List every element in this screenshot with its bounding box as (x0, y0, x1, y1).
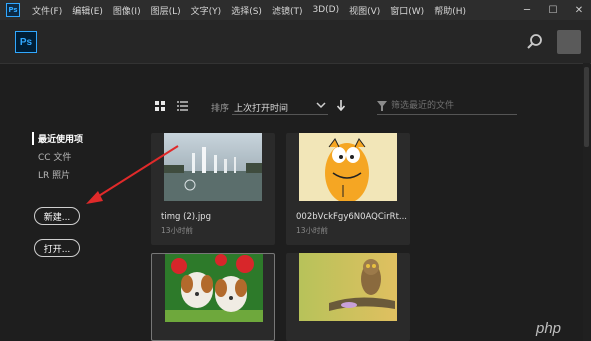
annotation-arrow-icon (86, 145, 179, 204)
watermark: php (536, 320, 562, 337)
